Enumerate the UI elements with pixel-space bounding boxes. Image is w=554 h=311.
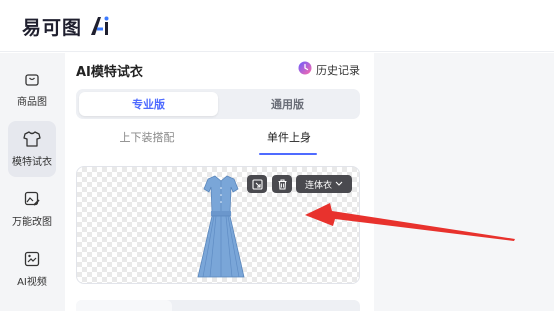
garment-canvas[interactable]: 连体衣 — [76, 166, 360, 284]
bottom-tabs-strip — [76, 300, 360, 311]
top-bar: 易可图 — [0, 0, 554, 52]
bottom-tab[interactable] — [76, 300, 172, 311]
history-button[interactable]: 历史记录 — [298, 60, 360, 79]
nav-label: 模特试衣 — [12, 157, 52, 168]
tab-pro[interactable]: 专业版 — [79, 92, 218, 116]
delete-button[interactable] — [272, 175, 292, 193]
app-window: 易可图 商品图 模特试衣 万能改图 AI视频 AI模特试衣 历史记录 专业版 通… — [0, 0, 554, 311]
image-edit-icon — [23, 190, 41, 208]
nav-item-universal-edit[interactable]: 万能改图 — [8, 181, 56, 237]
tab-top-bottom-match[interactable]: 上下装搭配 — [76, 129, 218, 145]
garment-type-label: 连体衣 — [304, 180, 332, 191]
tab-general[interactable]: 通用版 — [218, 92, 357, 116]
brand-logo[interactable]: 易可图 — [22, 12, 112, 40]
crop-button[interactable] — [247, 175, 267, 193]
nav-item-ai-video[interactable]: AI视频 — [8, 241, 56, 297]
nav-label: 万能改图 — [12, 217, 52, 228]
garment-type-select[interactable]: 连体衣 — [296, 175, 352, 193]
nav-item-product-image[interactable]: 商品图 — [8, 61, 56, 117]
bag-icon — [23, 70, 41, 88]
history-icon — [298, 60, 312, 79]
video-icon — [23, 250, 41, 268]
sub-tabs: 上下装搭配 单件上身 — [76, 125, 360, 157]
garment-image — [197, 175, 245, 278]
nav-label: 商品图 — [17, 97, 47, 108]
nav-item-model-tryon[interactable]: 模特试衣 — [8, 121, 56, 177]
panel-title: AI模特试衣 — [76, 65, 143, 80]
ai-logo-icon — [88, 14, 112, 38]
tab-single-piece[interactable]: 单件上身 — [218, 129, 360, 145]
brand-name: 易可图 — [22, 16, 83, 39]
tryon-panel: AI模特试衣 历史记录 专业版 通用版 上下装搭配 单件上身 连体衣 — [65, 53, 374, 311]
mode-tabs: 专业版 通用版 — [76, 89, 360, 119]
tshirt-icon — [23, 130, 41, 148]
preview-area — [374, 53, 554, 311]
nav-label: AI视频 — [17, 277, 47, 288]
trash-icon — [277, 175, 288, 194]
crop-icon — [251, 175, 263, 194]
left-navigation: 商品图 模特试衣 万能改图 AI视频 — [0, 53, 65, 311]
chevron-down-icon — [335, 181, 343, 187]
history-label: 历史记录 — [316, 63, 360, 77]
active-tab-underline — [259, 153, 317, 155]
